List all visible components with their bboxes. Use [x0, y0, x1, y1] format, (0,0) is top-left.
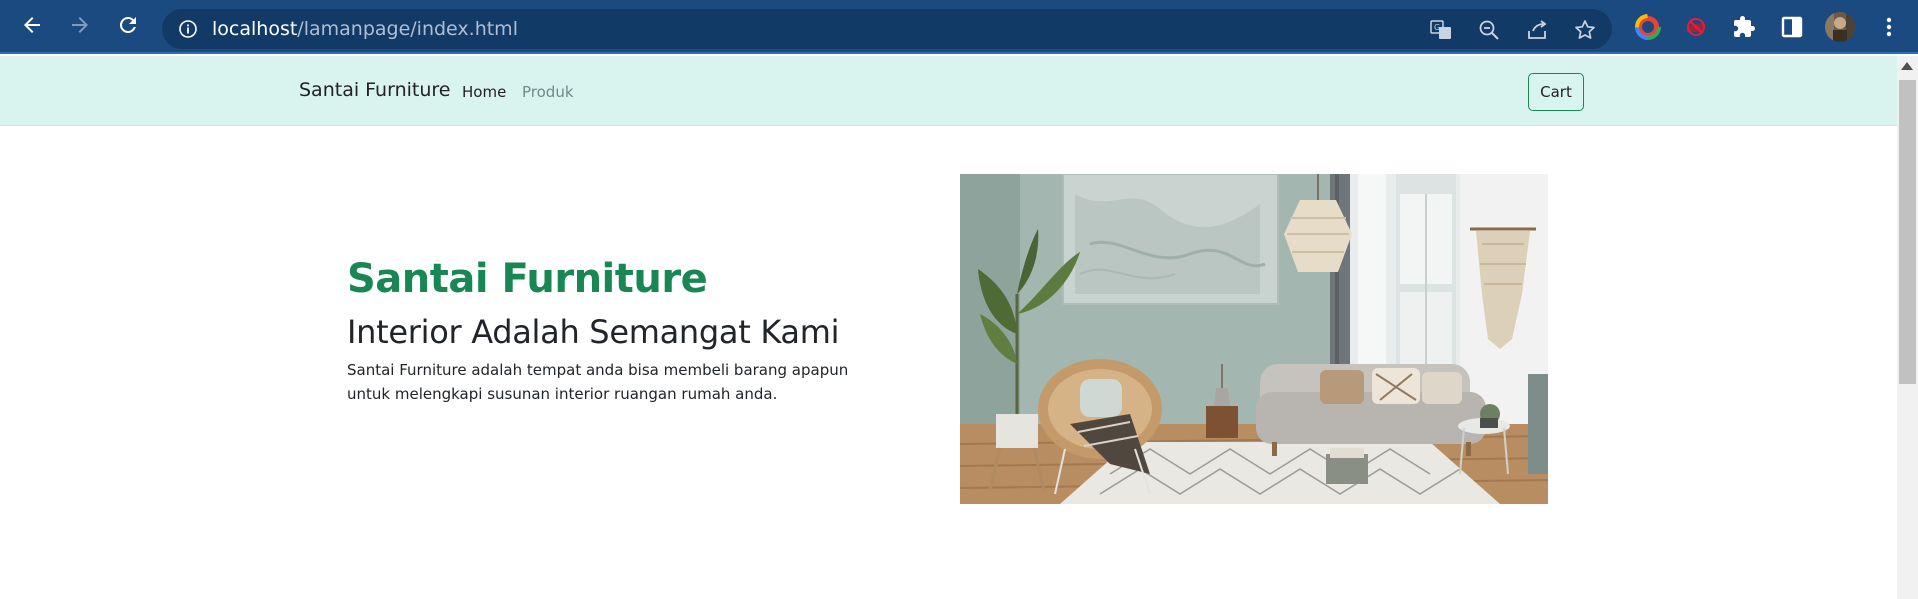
extensions-puzzle-icon[interactable] — [1731, 14, 1757, 40]
share-icon[interactable] — [1526, 19, 1548, 41]
hero-subtitle: Interior Adalah Semangat Kami — [347, 313, 840, 351]
url-text: localhost/lamanpage/index.html — [212, 18, 518, 40]
address-bar[interactable]: localhost/lamanpage/index.html G — [162, 9, 1612, 49]
bookmark-star-icon[interactable] — [1574, 19, 1596, 41]
extension-color-icon[interactable] — [1635, 14, 1661, 40]
translate-icon[interactable]: G — [1430, 19, 1452, 41]
scroll-up-arrow-icon[interactable] — [1901, 62, 1913, 70]
svg-text:G: G — [1434, 23, 1440, 32]
hero-title: Santai Furniture — [347, 256, 708, 302]
navbar-brand[interactable]: Santai Furniture — [299, 79, 450, 101]
nav-link-produk[interactable]: Produk — [522, 83, 574, 101]
extension-blocker-icon[interactable] — [1683, 14, 1709, 40]
side-panel-icon[interactable] — [1779, 14, 1805, 40]
site-info-icon[interactable] — [178, 19, 198, 39]
nav-link-home[interactable]: Home — [462, 83, 506, 101]
reload-icon[interactable] — [114, 11, 142, 39]
browser-menu-icon[interactable] — [1876, 14, 1902, 40]
profile-avatar[interactable] — [1824, 11, 1856, 43]
living-room-image — [960, 174, 1548, 504]
url-host: localhost — [212, 18, 298, 40]
hero-description: Santai Furniture adalah tempat anda bisa… — [347, 361, 849, 403]
forward-arrow-icon[interactable] — [66, 11, 94, 39]
back-arrow-icon[interactable] — [18, 11, 46, 39]
cart-button[interactable]: Cart — [1528, 73, 1584, 111]
url-path: /lamanpage/index.html — [297, 18, 518, 40]
scrollbar-thumb[interactable] — [1899, 80, 1916, 384]
browser-toolbar: localhost/lamanpage/index.html G — [0, 0, 1918, 54]
site-navbar: Santai Furniture Home Produk Cart — [0, 56, 1897, 126]
zoom-icon[interactable] — [1478, 19, 1500, 41]
